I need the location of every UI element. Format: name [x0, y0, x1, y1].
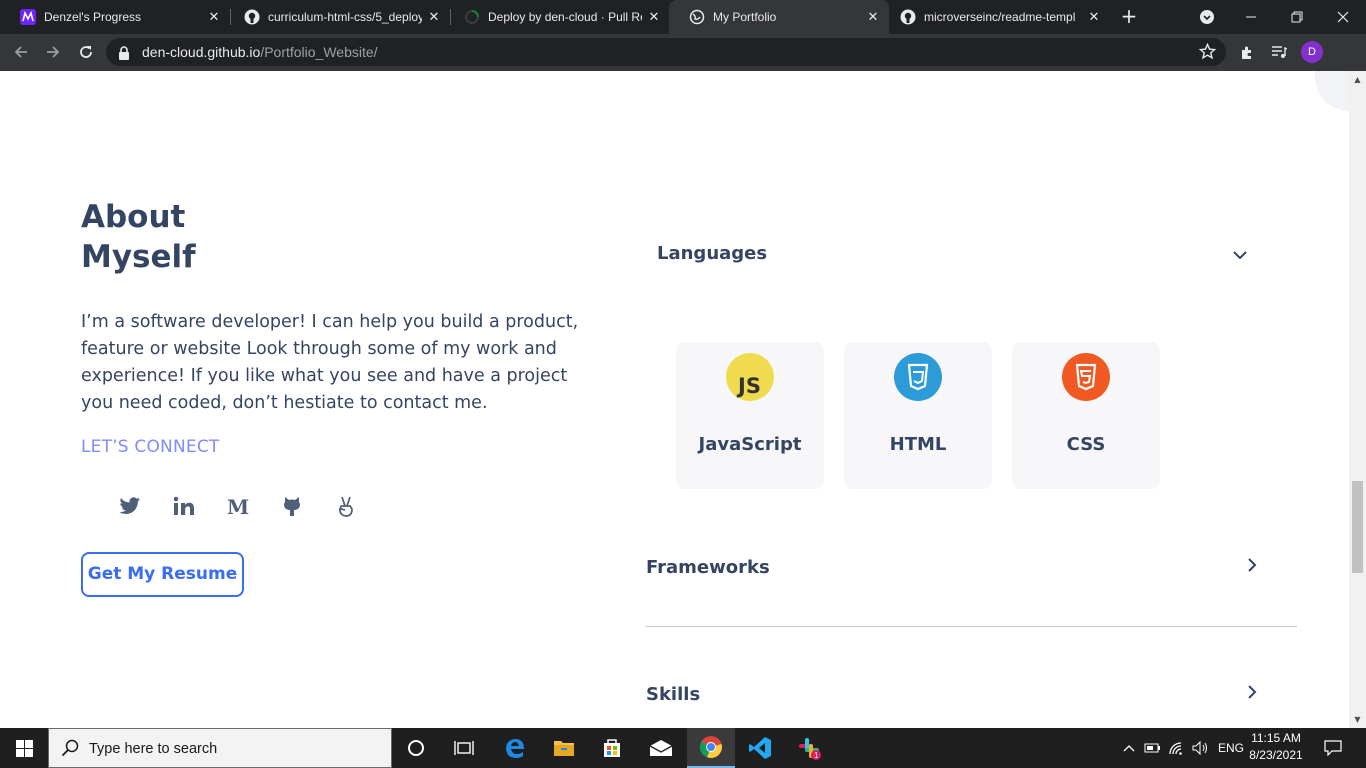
about-title: About Myself: [81, 197, 196, 277]
github-icon: [244, 9, 260, 25]
chevron-right-icon[interactable]: [1242, 682, 1262, 702]
clock-date: 8/23/2021: [1249, 748, 1303, 762]
battery-icon[interactable]: [1142, 728, 1164, 768]
tab-denzels-progress[interactable]: Denzel's Progress ✕: [0, 0, 230, 34]
taskbar-search-box[interactable]: Type here to search: [48, 728, 392, 768]
language-card-javascript: JS JavaScript: [676, 342, 824, 489]
accordion-skills-heading[interactable]: Skills: [646, 684, 700, 705]
scroll-down-icon[interactable]: ▼: [1349, 711, 1366, 728]
twitter-icon[interactable]: [117, 493, 143, 519]
minimize-icon[interactable]: [1228, 0, 1274, 34]
tab-strip: Denzel's Progress ✕ curriculum-html-css/…: [0, 0, 1366, 34]
notifications-icon[interactable]: [1318, 728, 1348, 768]
mail-icon[interactable]: [637, 728, 685, 768]
page-viewport: About Myself I’m a software developer! I…: [0, 71, 1366, 728]
linkedin-icon[interactable]: [171, 493, 197, 519]
new-tab-button[interactable]: +: [1117, 4, 1141, 30]
github-icon[interactable]: [279, 493, 305, 519]
accordion-languages-heading[interactable]: Languages: [657, 243, 767, 264]
get-resume-button[interactable]: Get My Resume: [81, 552, 244, 597]
tab-title: curriculum-html-css/5_deploy: [268, 10, 422, 24]
restore-icon[interactable]: [1274, 0, 1320, 34]
svg-text:M: M: [227, 497, 249, 515]
extensions-icon[interactable]: [1236, 41, 1258, 63]
github-icon: [900, 9, 916, 25]
chrome-icon[interactable]: [687, 728, 735, 768]
tab-readme-template[interactable]: microverseinc/readme-templ ✕: [880, 0, 1110, 34]
section-divider: [646, 626, 1297, 627]
html5-shield-icon: [1062, 353, 1110, 401]
volume-icon[interactable]: [1190, 728, 1212, 768]
browser-toolbar: den-cloud.github.io/Portfolio_Website/: [0, 34, 1366, 71]
chevron-up-icon[interactable]: [1118, 728, 1140, 768]
close-tab-icon[interactable]: ✕: [426, 9, 442, 25]
accordion-frameworks-heading[interactable]: Frameworks: [646, 557, 770, 578]
page-scrollbar[interactable]: ▲ ▼: [1349, 71, 1366, 728]
bookmark-star-icon[interactable]: [1198, 42, 1217, 64]
close-tab-icon[interactable]: ✕: [1086, 9, 1102, 25]
about-title-line1: About: [81, 199, 186, 235]
url-host: den-cloud.github.io: [142, 44, 261, 60]
tab-search-icon[interactable]: [1184, 0, 1230, 34]
media-control-icon[interactable]: [1268, 41, 1290, 63]
chevron-right-icon[interactable]: [1242, 555, 1262, 575]
url-text: den-cloud.github.io/Portfolio_Website/: [142, 38, 378, 66]
tab-deploy-pr[interactable]: Deploy by den-cloud · Pull Re ✕: [444, 0, 670, 34]
clock-time: 11:15 AM: [1251, 731, 1301, 745]
tab-title: Denzel's Progress: [44, 10, 141, 24]
slack-badge: 1: [814, 751, 819, 760]
tab-title: Deploy by den-cloud · Pull Re: [488, 10, 642, 24]
search-placeholder: Type here to search: [89, 741, 218, 757]
tab-title: My Portfolio: [713, 10, 777, 24]
reload-icon[interactable]: [73, 39, 99, 65]
edge-icon[interactable]: [491, 728, 539, 768]
task-view-icon[interactable]: [440, 728, 488, 768]
about-description: I’m a software developer! I can help you…: [81, 312, 579, 413]
svg-text:JS: JS: [736, 374, 761, 398]
file-explorer-icon[interactable]: [540, 728, 588, 768]
profile-avatar[interactable]: D: [1301, 41, 1323, 63]
microverse-icon: [20, 9, 36, 25]
angellist-icon[interactable]: [333, 493, 359, 519]
windows-start-icon[interactable]: [0, 728, 48, 768]
language-card-html: HTML: [844, 342, 992, 489]
globe-icon: [689, 9, 705, 25]
back-icon[interactable]: [8, 39, 34, 65]
tab-my-portfolio[interactable]: My Portfolio ✕: [669, 0, 889, 34]
forward-icon[interactable]: [40, 39, 66, 65]
close-tab-icon[interactable]: ✕: [206, 9, 222, 25]
input-language[interactable]: ENG: [1214, 728, 1248, 768]
tab-title: microverseinc/readme-templ: [924, 10, 1076, 24]
address-bar[interactable]: den-cloud.github.io/Portfolio_Website/: [106, 38, 1226, 66]
tab-curriculum[interactable]: curriculum-html-css/5_deploy ✕: [224, 0, 450, 34]
language-name: JavaScript: [698, 434, 802, 455]
language-card-css: CSS: [1012, 342, 1160, 489]
language-name: CSS: [1066, 434, 1106, 455]
wifi-icon[interactable]: [1166, 728, 1188, 768]
decorative-corner: [1315, 71, 1349, 111]
about-title-line2: Myself: [81, 239, 196, 275]
vscode-icon[interactable]: [736, 728, 784, 768]
chevron-down-icon[interactable]: [1230, 245, 1250, 265]
language-name: HTML: [889, 434, 947, 455]
windows-taskbar: Type here to search 1 ENG 11:15 AM 8/23/…: [0, 728, 1366, 768]
slack-icon[interactable]: 1: [785, 728, 833, 768]
close-tab-icon[interactable]: ✕: [646, 9, 662, 25]
medium-icon[interactable]: M: [225, 493, 251, 519]
url-path: /Portfolio_Website/: [260, 44, 378, 60]
github-loading-icon: [464, 9, 480, 25]
close-window-icon[interactable]: [1320, 0, 1366, 34]
system-clock[interactable]: 11:15 AM 8/23/2021: [1248, 730, 1304, 764]
scroll-up-icon[interactable]: ▲: [1349, 71, 1366, 88]
close-tab-icon[interactable]: ✕: [865, 9, 881, 25]
cortana-icon[interactable]: [392, 728, 440, 768]
javascript-icon: JS: [726, 353, 774, 401]
css3-shield-icon: [894, 353, 942, 401]
scrollbar-thumb[interactable]: [1352, 481, 1363, 573]
search-icon: [61, 739, 79, 761]
lock-icon[interactable]: [118, 45, 130, 64]
lets-connect-heading: LET’S CONNECT: [81, 437, 220, 457]
store-icon[interactable]: [588, 728, 636, 768]
